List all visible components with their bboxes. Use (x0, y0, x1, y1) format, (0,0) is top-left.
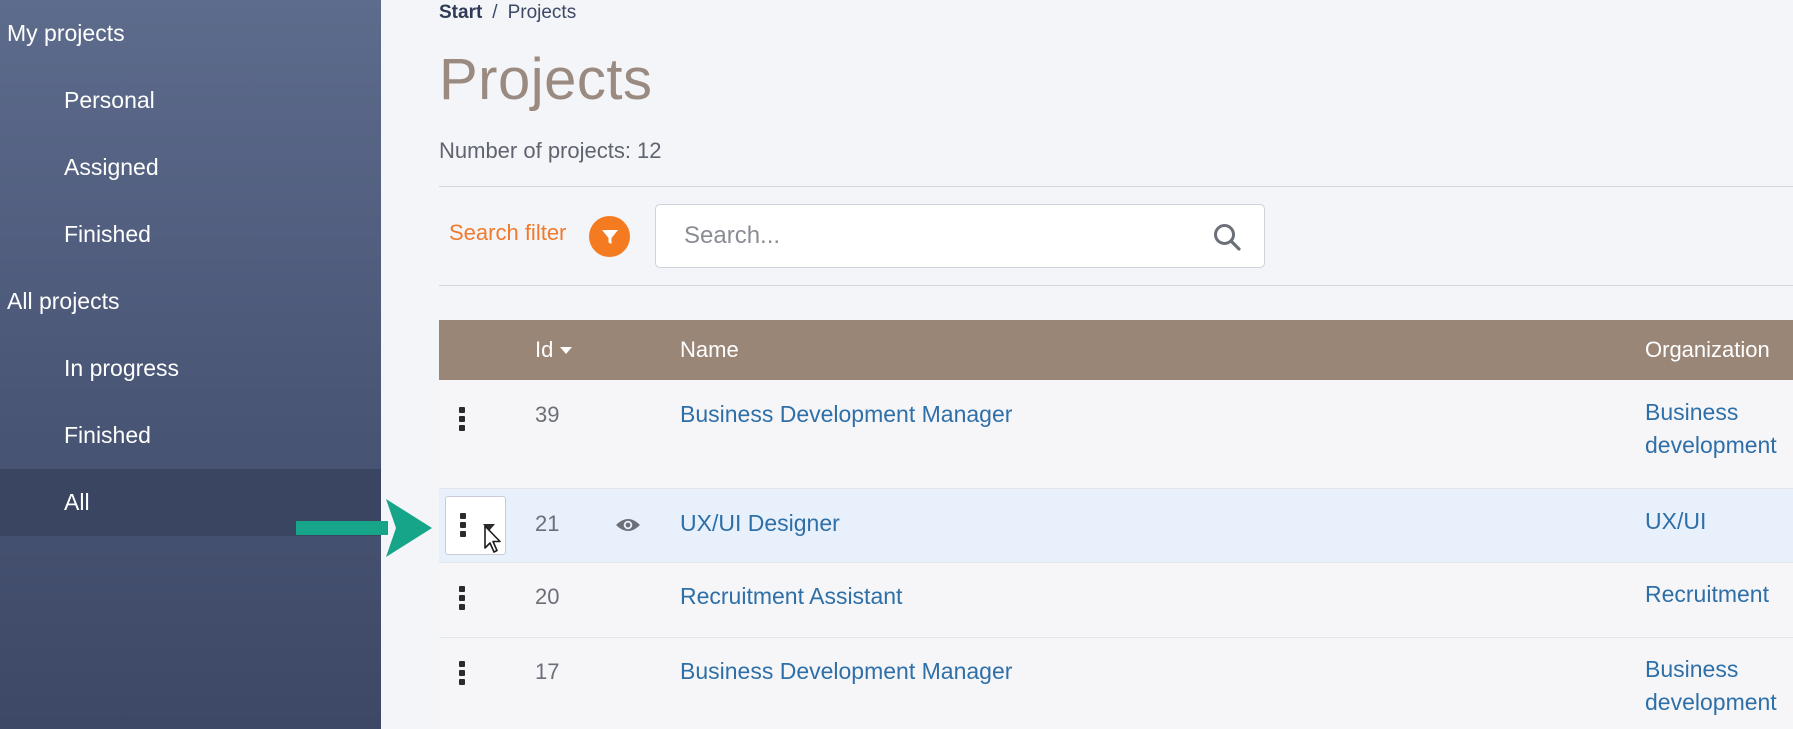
projects-table: Id Name Organization 39 Business Develop… (439, 320, 1793, 729)
page-title: Projects (439, 47, 653, 112)
search-input[interactable] (656, 205, 1264, 267)
sidebar-item-label: All (64, 489, 90, 515)
sidebar-item-label: Finished (64, 422, 151, 448)
row-actions-icon[interactable] (457, 407, 467, 431)
main-content: Start / Projects Projects Number of proj… (381, 0, 1793, 729)
row-id: 17 (535, 659, 560, 684)
sidebar-item-label: Finished (64, 221, 151, 247)
sidebar-item-all-projects[interactable]: All projects (0, 268, 381, 335)
column-header-label: Id (535, 337, 554, 362)
mouse-cursor-icon (484, 525, 501, 553)
divider (439, 285, 1793, 286)
organization-line: Recruitment (1645, 581, 1769, 607)
sidebar-item-label: In progress (64, 355, 180, 381)
divider (439, 186, 1793, 187)
search-box (655, 204, 1265, 268)
row-id: 20 (535, 584, 560, 609)
sidebar: My projects Personal Assigned Finished A… (0, 0, 381, 729)
filter-icon[interactable] (589, 216, 630, 257)
column-header-label: Organization (1645, 337, 1770, 362)
sidebar-item-label: Assigned (64, 154, 159, 180)
sidebar-item-label: Personal (64, 87, 155, 113)
sidebar-item-label: My projects (7, 20, 125, 46)
sidebar-item-assigned[interactable]: Assigned (0, 134, 381, 201)
sidebar-item-personal[interactable]: Personal (0, 67, 381, 134)
column-header-organization[interactable]: Organization (1645, 320, 1770, 380)
row-name-link[interactable]: Business Development Manager (680, 658, 1012, 685)
row-actions-menu-button[interactable] (445, 496, 506, 555)
search-filter-link[interactable]: Search filter (449, 220, 566, 246)
annotation-arrow-icon (296, 499, 432, 557)
row-organization-link[interactable]: Business development (1645, 396, 1777, 462)
organization-line: development (1645, 432, 1777, 458)
row-id: 39 (535, 402, 560, 427)
organization-line: Business (1645, 656, 1739, 682)
table-row: 17 Business Development Manager Business… (439, 638, 1793, 729)
row-name-link[interactable]: Recruitment Assistant (680, 583, 902, 610)
breadcrumb-current: Projects (507, 2, 577, 23)
row-id: 21 (535, 511, 560, 536)
table-header: Id Name Organization (439, 320, 1793, 380)
row-actions-icon[interactable] (457, 586, 467, 610)
row-name-link[interactable]: Business Development Manager (680, 401, 1012, 428)
sidebar-item-my-projects[interactable]: My projects (0, 0, 381, 67)
row-name-link[interactable]: UX/UI Designer (680, 510, 840, 537)
table-row: 39 Business Development Manager Business… (439, 380, 1793, 489)
breadcrumb-start-link[interactable]: Start (439, 2, 482, 24)
viewed-eye-icon (616, 519, 640, 531)
sidebar-item-all-finished[interactable]: Finished (0, 402, 381, 469)
row-organization-link[interactable]: UX/UI (1645, 505, 1706, 538)
sidebar-item-label: All projects (7, 288, 120, 314)
row-actions-icon (458, 513, 468, 537)
project-count-value: 12 (636, 138, 662, 163)
project-count: Number of projects: 12 (439, 138, 661, 164)
organization-line: Business (1645, 399, 1739, 425)
breadcrumb: Start / Projects (439, 2, 576, 24)
column-header-name[interactable]: Name (680, 320, 739, 380)
breadcrumb-separator: / (492, 2, 498, 23)
sidebar-item-my-finished[interactable]: Finished (0, 201, 381, 268)
row-actions-icon[interactable] (457, 661, 467, 685)
sidebar-item-in-progress[interactable]: In progress (0, 335, 381, 402)
organization-line: development (1645, 689, 1777, 715)
column-header-id[interactable]: Id (535, 320, 573, 380)
row-organization-link[interactable]: Business development (1645, 653, 1777, 719)
sort-desc-icon (560, 347, 573, 354)
row-organization-link[interactable]: Recruitment (1645, 578, 1769, 611)
organization-line: UX/UI (1645, 508, 1707, 534)
project-count-label: Number of projects: (439, 138, 631, 163)
search-icon[interactable] (1212, 222, 1242, 257)
table-row: 20 Recruitment Assistant Recruitment (439, 563, 1793, 638)
table-row: 21 UX/UI Designer UX/UI (439, 489, 1793, 563)
column-header-label: Name (680, 337, 739, 362)
